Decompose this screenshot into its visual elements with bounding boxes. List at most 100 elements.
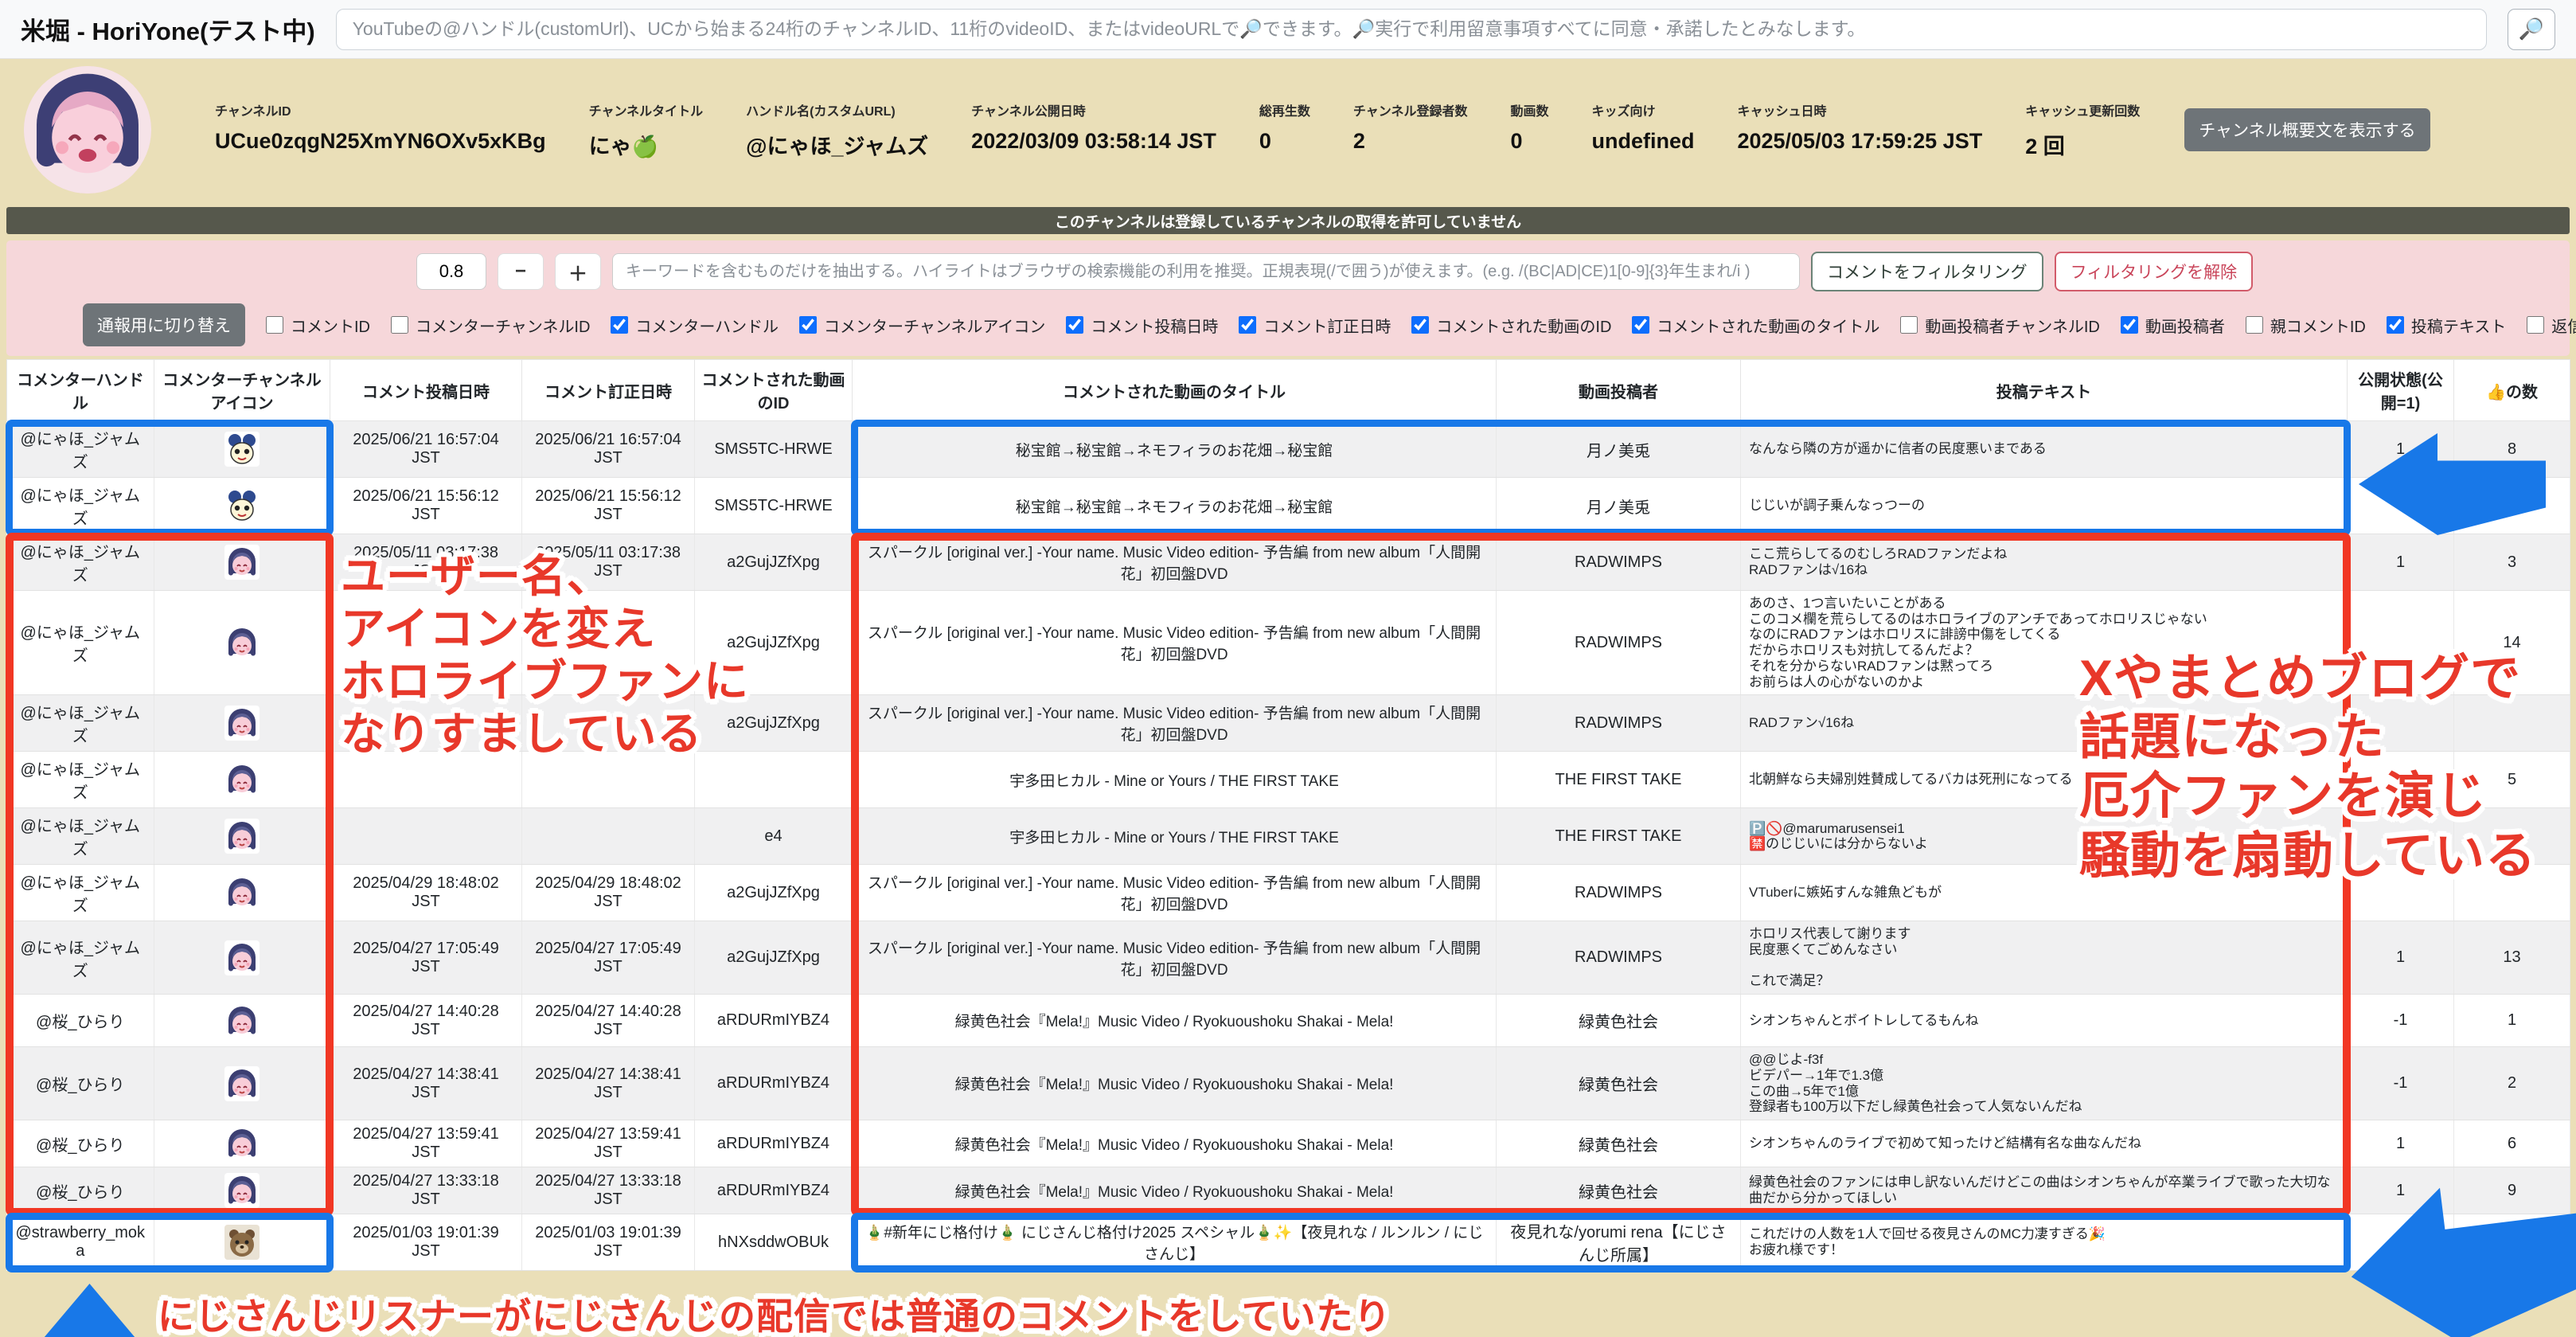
column-toggle-checkbox[interactable] xyxy=(2387,316,2404,334)
comment-edited-cell: 2025/04/27 14:40:28 JST xyxy=(522,995,695,1047)
search-button[interactable]: 🔎 xyxy=(2508,9,2555,50)
channel-field-value: 2 xyxy=(1353,129,1468,154)
table-row: @にゃほ_ジャムズ2025/04/29 18:48:02 JST2025/04/… xyxy=(7,865,2570,921)
column-header-9: 👍の数 xyxy=(2454,360,2570,421)
column-toggle-11[interactable]: 投稿テキスト xyxy=(2387,314,2506,337)
channel-field-value: undefined xyxy=(1591,129,1694,154)
channel-field-value: 2022/03/09 03:58:14 JST xyxy=(971,129,1216,154)
channel-field-3: チャンネル公開日時2022/03/09 03:58:14 JST xyxy=(971,100,1216,154)
keyword-filter-input[interactable] xyxy=(612,253,1800,290)
video-title-cell: スパークル [original ver.] -Your name. Music … xyxy=(853,591,1497,695)
filter-comments-button[interactable]: コメントをフィルタリング xyxy=(1811,252,2043,291)
column-toggle-checkbox[interactable] xyxy=(799,316,817,334)
commenter-icon-cell xyxy=(154,534,330,591)
video-poster-cell: RADWIMPS xyxy=(1497,921,1741,995)
column-toggle-7[interactable]: コメントされた動画のタイトル xyxy=(1632,314,1879,337)
likes-cell: 1 xyxy=(2454,995,2570,1047)
visibility-cell: 1 xyxy=(2348,534,2454,591)
post-text-cell: シオンちゃんのライブで初めて知ったけど結構有名な曲なんだね xyxy=(1741,1120,2348,1167)
column-toggle-label: コメントされた動画のID xyxy=(1436,314,1611,337)
column-toggle-10[interactable]: 親コメントID xyxy=(2246,314,2366,337)
filter-row: − ＋ コメントをフィルタリング フィルタリングを解除 xyxy=(22,252,2554,291)
threshold-increase-button[interactable]: ＋ xyxy=(555,253,601,290)
channel-field-9: キャッシュ更新回数2 回 xyxy=(2025,100,2140,160)
commenter-icon-cell xyxy=(154,1120,330,1167)
video-id-cell: aRDURmIYBZ4 xyxy=(695,1120,853,1167)
visibility-cell xyxy=(2348,808,2454,865)
commenter-handle-cell: @にゃほ_ジャムズ xyxy=(7,921,154,995)
column-toggle-label: コメントされた動画のタイトル xyxy=(1657,314,1879,337)
commenter-handle-cell: @にゃほ_ジャムズ xyxy=(7,808,154,865)
column-toggle-label: 動画投稿者 xyxy=(2145,314,2225,337)
column-toggle-checkbox[interactable] xyxy=(2527,316,2544,334)
post-text-cell: あのさ、1つ言いたいことがあるこのコメ欄を荒らしてるのはホロライブのアンチであっ… xyxy=(1741,591,2348,695)
visibility-cell: 1 xyxy=(2348,1120,2454,1167)
comment-edited-cell xyxy=(522,752,695,808)
show-channel-description-button[interactable]: チャンネル概要文を表示する xyxy=(2184,108,2430,151)
column-toggle-12[interactable]: 返信可否 xyxy=(2527,314,2576,337)
comment-edited-cell xyxy=(522,591,695,695)
video-poster-cell: 緑黄色社会 xyxy=(1497,1120,1741,1167)
column-toggle-checkbox[interactable] xyxy=(2121,316,2138,334)
column-toggle-0[interactable]: コメントID xyxy=(266,314,370,337)
video-id-cell: a2GujJZfXpg xyxy=(695,591,853,695)
column-toggle-label: 返信可否 xyxy=(2551,314,2576,337)
channel-field-4: 総再生数0 xyxy=(1259,100,1310,154)
commenter-icon-cell xyxy=(154,1214,330,1271)
column-toggle-label: 投稿テキスト xyxy=(2411,314,2506,337)
channel-field-value: 2025/05/03 17:59:25 JST xyxy=(1737,129,1982,154)
report-mode-toggle-button[interactable]: 通報用に切り替え xyxy=(83,303,245,346)
column-toggle-checkbox[interactable] xyxy=(1900,316,1918,334)
post-text-cell: 緑黄色社会のファンには申し訳ないんだけどこの曲はシオンちゃんが卒業ライブで歌った… xyxy=(1741,1167,2348,1214)
comment-posted-cell: 2025/06/21 15:56:12 JST xyxy=(330,478,522,534)
column-toggle-8[interactable]: 動画投稿者チャンネルID xyxy=(1900,314,2099,337)
column-toggle-label: コメンターチャンネルID xyxy=(416,314,590,337)
comment-edited-cell: 2025/04/27 17:05:49 JST xyxy=(522,921,695,995)
video-id-cell: a2GujJZfXpg xyxy=(695,534,853,591)
column-toggle-checkbox[interactable] xyxy=(2246,316,2263,334)
comment-posted-cell xyxy=(330,695,522,752)
commenter-icon-cell xyxy=(154,752,330,808)
column-toggle-2[interactable]: コメンターハンドル xyxy=(611,314,779,337)
column-toggle-checkbox[interactable] xyxy=(266,316,283,334)
column-toggle-5[interactable]: コメント訂正日時 xyxy=(1239,314,1391,337)
comment-posted-cell xyxy=(330,752,522,808)
channel-field-value: UCue0zqgN25XmYN6OXv5xKBg xyxy=(215,129,546,154)
likes-cell: 3 xyxy=(2454,534,2570,591)
video-title-cell: 緑黄色社会『Mela!』Music Video / Ryokuoushoku S… xyxy=(853,1047,1497,1120)
column-toggle-checkbox[interactable] xyxy=(1632,316,1649,334)
likes-cell: 2 xyxy=(2454,1047,2570,1120)
column-toggle-checkbox[interactable] xyxy=(391,316,408,334)
column-toggle-checkbox[interactable] xyxy=(611,316,628,334)
likes-cell xyxy=(2454,1214,2570,1271)
column-toggle-9[interactable]: 動画投稿者 xyxy=(2121,314,2225,337)
video-poster-cell: THE FIRST TAKE xyxy=(1497,752,1741,808)
column-header-3: コメント訂正日時 xyxy=(522,360,695,421)
column-header-1: コメンターチャンネルアイコン xyxy=(154,360,330,421)
column-toggle-4[interactable]: コメント投稿日時 xyxy=(1066,314,1218,337)
threshold-input[interactable] xyxy=(416,253,486,290)
table-row: @桜_ひらり2025/04/27 13:33:18 JST2025/04/27 … xyxy=(7,1167,2570,1214)
tamagotchi-avatar xyxy=(224,488,260,523)
column-toggle-3[interactable]: コメンターチャンネルアイコン xyxy=(799,314,1045,337)
threshold-decrease-button[interactable]: − xyxy=(498,253,544,290)
purple-girl-avatar xyxy=(224,545,260,580)
clear-filter-button[interactable]: フィルタリングを解除 xyxy=(2055,252,2254,291)
channel-field-label: キッズ向け xyxy=(1591,100,1694,119)
column-toggle-1[interactable]: コメンターチャンネルID xyxy=(391,314,590,337)
likes-cell: 9 xyxy=(2454,1167,2570,1214)
comment-edited-cell: 2025/06/21 15:56:12 JST xyxy=(522,478,695,534)
purple-girl-avatar xyxy=(224,819,260,854)
column-toggle-checkbox[interactable] xyxy=(1066,316,1083,334)
video-id-cell: SMS5TC-HRWE xyxy=(695,421,853,478)
channel-field-0: チャンネルIDUCue0zqgN25XmYN6OXv5xKBg xyxy=(215,100,546,154)
comment-edited-cell xyxy=(522,808,695,865)
channel-field-7: キッズ向け undefined xyxy=(1591,100,1694,154)
column-toggle-checkbox[interactable] xyxy=(1411,316,1429,334)
comments-table: コメンターハンドルコメンターチャンネルアイコンコメント投稿日時コメント訂正日時コ… xyxy=(6,359,2570,1271)
channel-field-label: ハンドル名(カスタムURL) xyxy=(746,100,928,119)
channel-search-input[interactable] xyxy=(336,9,2487,50)
column-toggle-checkbox[interactable] xyxy=(1239,316,1256,334)
commenter-handle-cell: @にゃほ_ジャムズ xyxy=(7,695,154,752)
column-toggle-6[interactable]: コメントされた動画のID xyxy=(1411,314,1611,337)
